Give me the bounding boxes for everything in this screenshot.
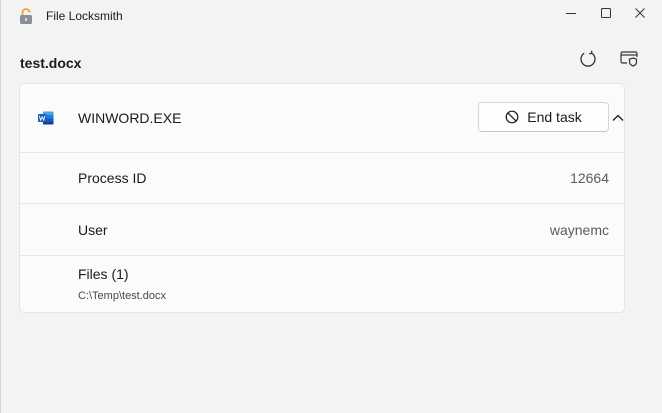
process-header-row: WINWORD.EXE End task bbox=[20, 84, 624, 152]
files-label: Files (1) bbox=[78, 266, 129, 282]
chevron-up-icon bbox=[612, 114, 624, 121]
end-task-button[interactable]: End task bbox=[478, 102, 609, 132]
refresh-icon bbox=[580, 50, 596, 67]
block-icon bbox=[505, 110, 519, 124]
shield-window-icon bbox=[620, 51, 638, 67]
end-task-label: End task bbox=[527, 109, 582, 125]
restart-as-admin-button[interactable] bbox=[613, 44, 645, 74]
close-button[interactable] bbox=[623, 0, 657, 26]
collapse-button[interactable] bbox=[606, 106, 624, 130]
file-name-heading: test.docx bbox=[20, 55, 82, 71]
file-locksmith-window: File Locksmith test.docx WINWORD.EXE End… bbox=[0, 0, 662, 413]
user-value: waynemc bbox=[549, 222, 609, 238]
user-row: User waynemc bbox=[20, 203, 624, 255]
file-path: C:\Temp\test.docx bbox=[78, 290, 167, 302]
title-bar: File Locksmith bbox=[1, 0, 662, 32]
minimize-icon bbox=[566, 13, 576, 14]
process-name: WINWORD.EXE bbox=[78, 110, 182, 126]
process-id-value: 12664 bbox=[570, 170, 609, 186]
files-row: Files (1) C:\Temp\test.docx bbox=[20, 255, 624, 312]
process-card: WINWORD.EXE End task Process ID 12664 Us… bbox=[19, 83, 625, 313]
word-icon bbox=[38, 111, 54, 125]
minimize-button[interactable] bbox=[554, 0, 588, 26]
close-icon bbox=[635, 8, 645, 18]
app-title: File Locksmith bbox=[46, 9, 123, 23]
maximize-icon bbox=[601, 8, 611, 18]
process-id-row: Process ID 12664 bbox=[20, 152, 624, 203]
padlock-open-icon bbox=[18, 8, 34, 25]
process-id-label: Process ID bbox=[78, 170, 147, 186]
user-label: User bbox=[78, 222, 108, 238]
maximize-button[interactable] bbox=[589, 0, 623, 26]
refresh-button[interactable] bbox=[572, 44, 604, 74]
